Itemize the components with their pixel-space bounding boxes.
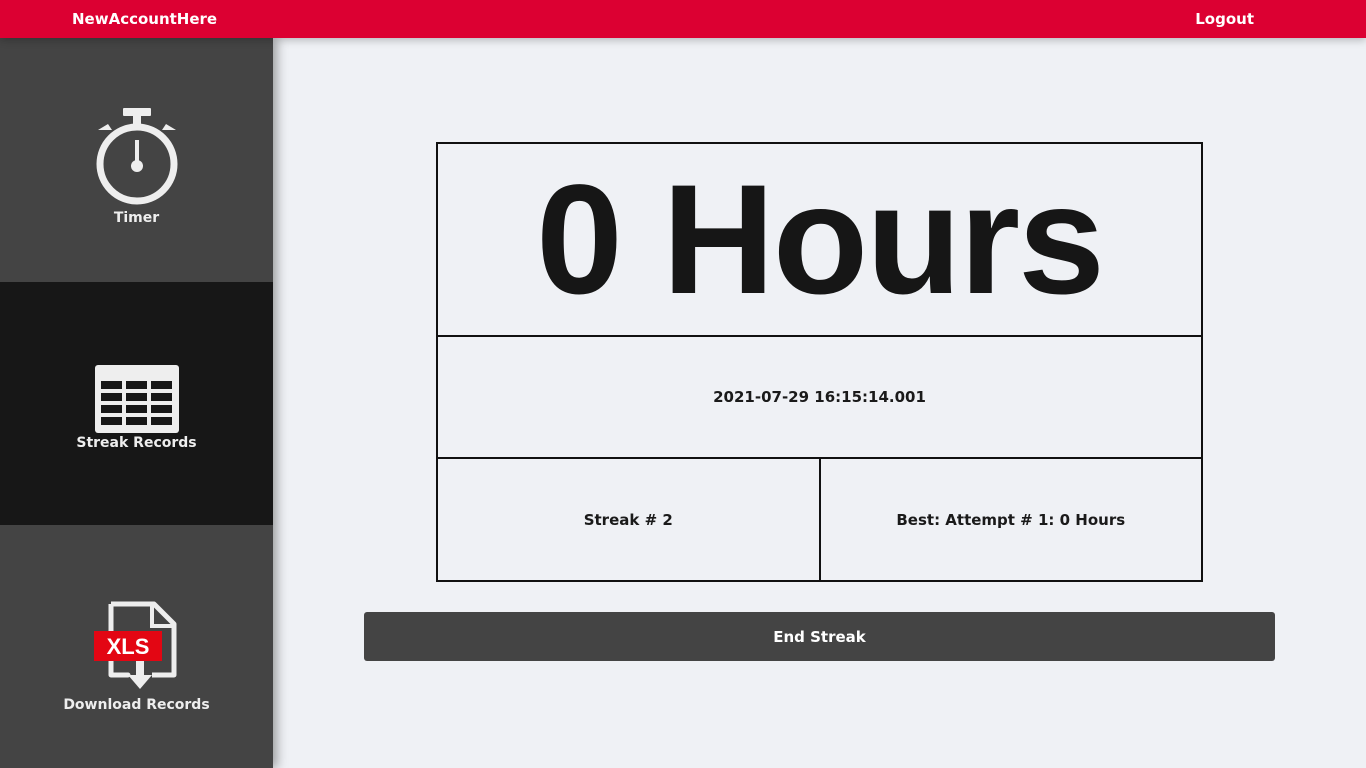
sidebar-item-download-records[interactable]: XLS Download Records xyxy=(0,525,273,768)
hours-cell: 0 Hours xyxy=(438,144,1201,337)
hours-counter: 0 Hours xyxy=(536,152,1105,327)
sidebar-item-label: Download Records xyxy=(63,696,210,713)
end-streak-button[interactable]: End Streak xyxy=(364,612,1275,661)
sidebar: Timer Streak Records XLS Download Record… xyxy=(0,38,273,768)
best-attempt: Best: Attempt # 1: 0 Hours xyxy=(896,510,1126,529)
logout-link[interactable]: Logout xyxy=(1195,10,1254,28)
top-bar: NewAccountHere Logout xyxy=(0,0,1366,38)
main-content: 0 Hours 2021-07-29 16:15:14.001 Streak #… xyxy=(273,38,1366,768)
streak-stats-row: Streak # 2 Best: Attempt # 1: 0 Hours xyxy=(438,459,1201,580)
xls-download-icon: XLS xyxy=(93,601,176,689)
xls-badge-text: XLS xyxy=(106,634,149,659)
sidebar-item-timer[interactable]: Timer xyxy=(0,38,273,282)
table-icon xyxy=(94,364,179,433)
streak-card: 0 Hours 2021-07-29 16:15:14.001 Streak #… xyxy=(436,142,1203,582)
stopwatch-icon xyxy=(96,108,177,205)
streak-number: Streak # 2 xyxy=(438,459,821,580)
start-date-cell: 2021-07-29 16:15:14.001 xyxy=(438,337,1201,459)
start-datetime: 2021-07-29 16:15:14.001 xyxy=(713,388,926,406)
brand-link[interactable]: NewAccountHere xyxy=(72,10,217,28)
sidebar-item-streak-records[interactable]: Streak Records xyxy=(0,282,273,525)
sidebar-item-label: Timer xyxy=(113,210,160,226)
sidebar-item-label: Streak Records xyxy=(76,434,197,451)
